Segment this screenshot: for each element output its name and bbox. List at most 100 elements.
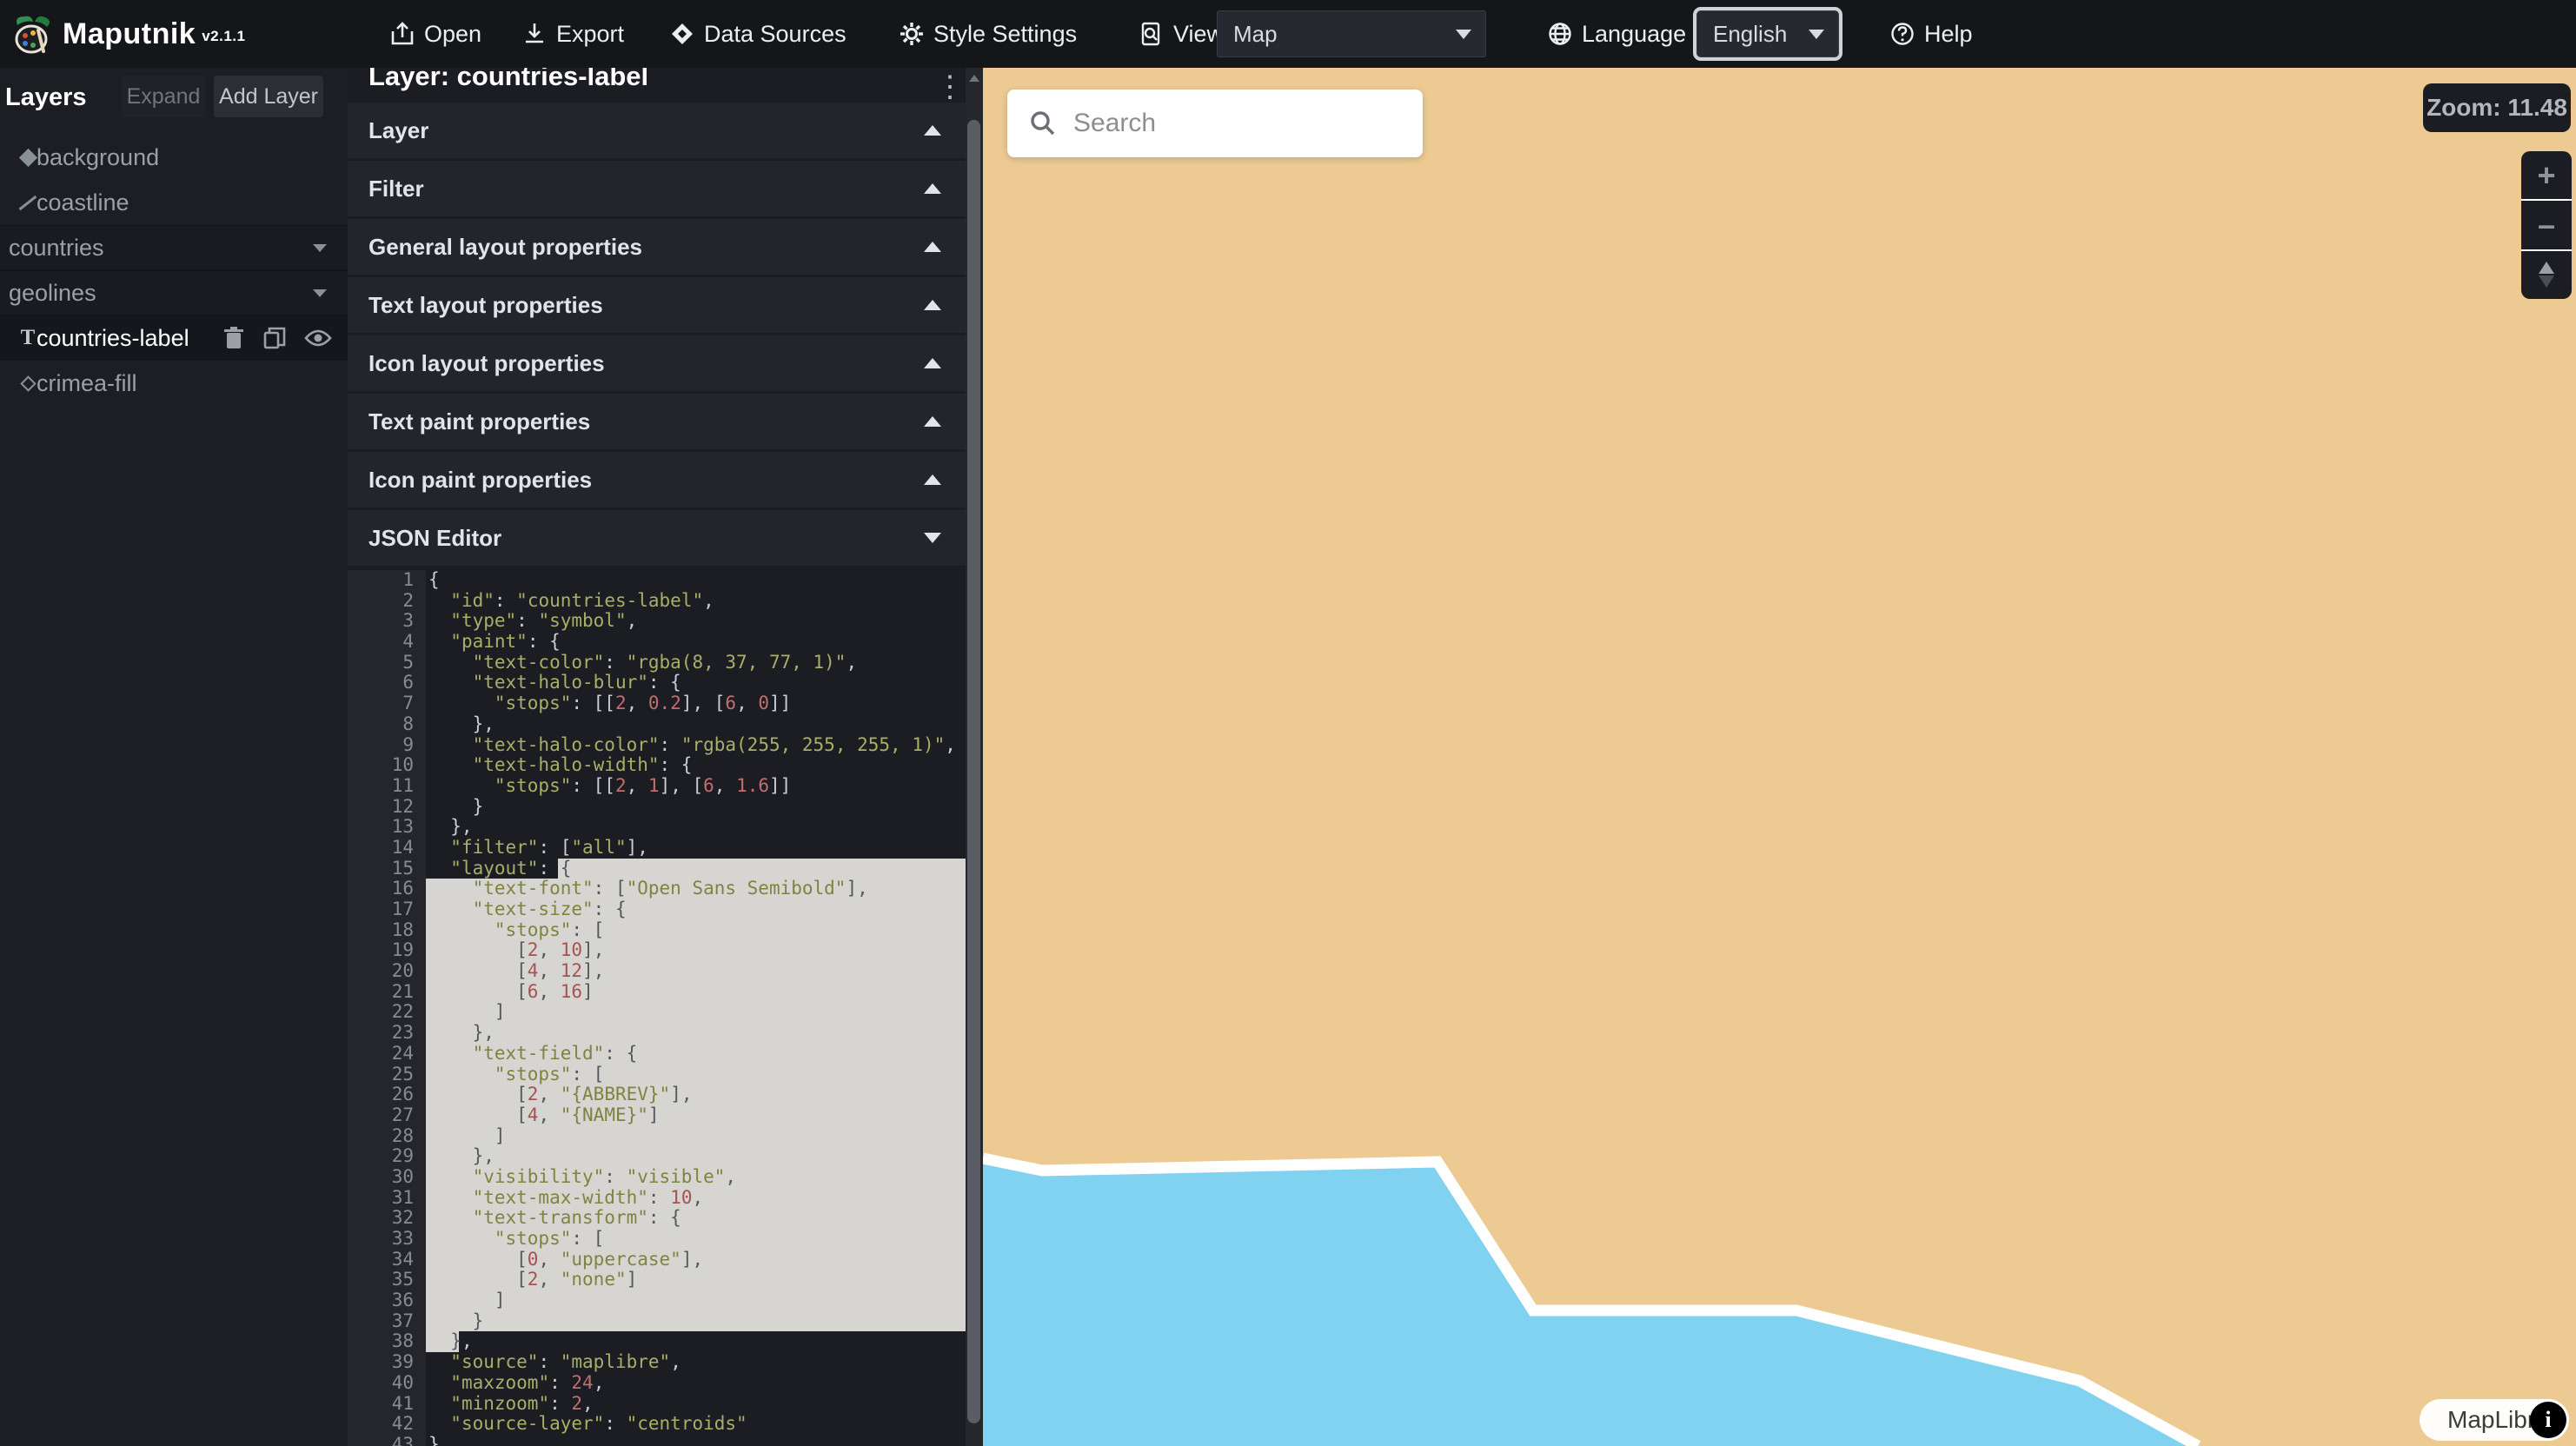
chevron-up-icon	[924, 125, 941, 136]
chevron-down-icon[interactable]	[313, 289, 327, 297]
section-header-json-editor[interactable]: JSON Editor	[348, 510, 966, 566]
code-line-11[interactable]: 11 "stops": [[2, 1], [6, 1.6]]	[348, 776, 966, 797]
line-number: 3	[348, 611, 426, 632]
code-line-39[interactable]: 39 "source": "maplibre",	[348, 1352, 966, 1373]
section-label: General layout properties	[368, 234, 642, 261]
code-line-14[interactable]: 14 "filter": ["all"],	[348, 838, 966, 859]
zoom-in-button[interactable]: +	[2521, 151, 2572, 199]
code-line-13[interactable]: 13 },	[348, 817, 966, 838]
code-line-9[interactable]: 9 "text-halo-color": "rgba(255, 255, 255…	[348, 735, 966, 756]
code-line-6[interactable]: 6 "text-halo-blur": {	[348, 673, 966, 693]
help-button[interactable]: Help	[1889, 0, 1973, 68]
section-header-text-paint-properties[interactable]: Text paint properties	[348, 394, 966, 449]
view-select[interactable]: Map	[1217, 10, 1486, 57]
code-line-35[interactable]: 35 [2, "none"]	[348, 1270, 966, 1290]
section-header-text-layout-properties[interactable]: Text layout properties	[348, 277, 966, 333]
visibility-icon[interactable]	[304, 328, 332, 348]
inspector-scrollbar[interactable]	[966, 68, 983, 1446]
open-button[interactable]: Open	[389, 0, 481, 68]
code-line-8[interactable]: 8 },	[348, 714, 966, 735]
code-line-15[interactable]: 15 "layout": {	[348, 859, 966, 879]
line-number: 14	[348, 838, 426, 859]
export-button[interactable]: Export	[521, 0, 624, 68]
code-line-38[interactable]: 38 },	[348, 1331, 966, 1352]
layer-group-countries[interactable]: countries	[0, 225, 348, 270]
section-header-icon-layout-properties[interactable]: Icon layout properties	[348, 335, 966, 391]
layer-group-geolines[interactable]: geolines	[0, 270, 348, 315]
code-line-19[interactable]: 19 [2, 10],	[348, 940, 966, 961]
code-line-23[interactable]: 23 },	[348, 1023, 966, 1044]
code-line-25[interactable]: 25 "stops": [	[348, 1065, 966, 1085]
section-label: Filter	[368, 176, 424, 202]
layer-item-background[interactable]: background	[0, 135, 348, 180]
code-line-10[interactable]: 10 "text-halo-width": {	[348, 755, 966, 776]
style-settings-button[interactable]: Style Settings	[899, 0, 1077, 68]
language-select[interactable]: English	[1696, 10, 1839, 57]
code-line-3[interactable]: 3 "type": "symbol",	[348, 611, 966, 632]
map-canvas[interactable]: Search Zoom: 11.48 + – MapLibre i	[983, 68, 2576, 1446]
code-line-34[interactable]: 34 [0, "uppercase"],	[348, 1250, 966, 1270]
code-line-12[interactable]: 12 }	[348, 797, 966, 818]
delete-icon[interactable]	[222, 326, 245, 350]
layer-item-countries-label[interactable]: Tcountries-label	[0, 315, 348, 361]
code-line-17[interactable]: 17 "text-size": {	[348, 899, 966, 920]
code-line-4[interactable]: 4 "paint": {	[348, 632, 966, 653]
code-line-32[interactable]: 32 "text-transform": {	[348, 1208, 966, 1229]
code-line-28[interactable]: 28 ]	[348, 1126, 966, 1147]
kebab-menu-icon[interactable]: ⋮	[935, 70, 965, 103]
code-line-36[interactable]: 36 ]	[348, 1290, 966, 1311]
code-line-7[interactable]: 7 "stops": [[2, 0.2], [6, 0]]	[348, 693, 966, 714]
code-line-37[interactable]: 37 }	[348, 1311, 966, 1332]
code-line-1[interactable]: 1{	[348, 570, 966, 591]
code-line-24[interactable]: 24 "text-field": {	[348, 1044, 966, 1065]
layer-label: countries	[9, 235, 104, 262]
line-number: 5	[348, 653, 426, 673]
code-line-22[interactable]: 22 ]	[348, 1002, 966, 1023]
code-line-33[interactable]: 33 "stops": [	[348, 1229, 966, 1250]
code-line-18[interactable]: 18 "stops": [	[348, 920, 966, 941]
info-icon[interactable]: i	[2530, 1402, 2566, 1438]
layer-item-coastline[interactable]: coastline	[0, 180, 348, 225]
line-number: 12	[348, 797, 426, 818]
code-line-30[interactable]: 30 "visibility": "visible",	[348, 1167, 966, 1188]
code-line-42[interactable]: 42 "source-layer": "centroids"	[348, 1414, 966, 1435]
code-line-29[interactable]: 29 },	[348, 1146, 966, 1167]
section-header-icon-paint-properties[interactable]: Icon paint properties	[348, 452, 966, 507]
section-header-general-layout-properties[interactable]: General layout properties	[348, 219, 966, 275]
code-line-41[interactable]: 41 "minzoom": 2,	[348, 1394, 966, 1415]
code-line-16[interactable]: 16 "text-font": ["Open Sans Semibold"],	[348, 879, 966, 899]
section-header-layer[interactable]: Layer	[348, 103, 966, 158]
code-line-40[interactable]: 40 "maxzoom": 24,	[348, 1373, 966, 1394]
scrollbar-up-arrow-icon[interactable]	[969, 75, 979, 82]
line-number: 9	[348, 735, 426, 756]
inspector-scrollbar-thumb[interactable]	[967, 120, 980, 1423]
zoom-out-button[interactable]: –	[2521, 199, 2572, 249]
expand-button[interactable]: Expand	[122, 76, 205, 117]
code-line-43[interactable]: 43}	[348, 1435, 966, 1446]
code-line-5[interactable]: 5 "text-color": "rgba(8, 37, 77, 1)",	[348, 653, 966, 673]
code-line-20[interactable]: 20 [4, 12],	[348, 961, 966, 982]
code-line-2[interactable]: 2 "id": "countries-label",	[348, 591, 966, 612]
code-line-31[interactable]: 31 "text-max-width": 10,	[348, 1188, 966, 1209]
code-line-21[interactable]: 21 [6, 16]	[348, 982, 966, 1003]
chevron-up-icon	[924, 358, 941, 368]
line-number: 37	[348, 1311, 426, 1332]
section-header-filter[interactable]: Filter	[348, 161, 966, 216]
coastline-graphic	[983, 68, 2576, 1446]
duplicate-icon[interactable]	[262, 326, 287, 350]
layer-item-crimea-fill[interactable]: crimea-fill	[0, 361, 348, 406]
map-search-input[interactable]: Search	[1007, 90, 1423, 157]
code-line-27[interactable]: 27 [4, "{NAME}"]	[348, 1105, 966, 1126]
line-number: 40	[348, 1373, 426, 1394]
chevron-down-icon	[1456, 30, 1471, 39]
line-number: 43	[348, 1435, 426, 1446]
add-layer-button[interactable]: Add Layer	[214, 76, 323, 117]
line-number: 23	[348, 1023, 426, 1044]
chevron-down-icon[interactable]	[313, 244, 327, 252]
chevron-up-icon	[924, 416, 941, 427]
json-editor[interactable]: 1{2 "id": "countries-label",3 "type": "s…	[348, 570, 966, 1446]
inspector-title-wrap: Layer: countries-label ⋮	[348, 68, 966, 103]
code-line-26[interactable]: 26 [2, "{ABBREV}"],	[348, 1084, 966, 1105]
data-sources-button[interactable]: Data Sources	[669, 0, 846, 68]
compass-button[interactable]	[2521, 249, 2572, 299]
